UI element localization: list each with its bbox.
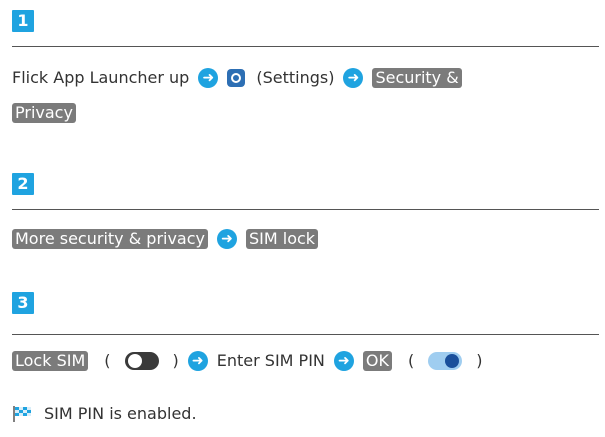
step-2-line: More security & privacy ➜ SIM lock <box>12 229 319 249</box>
step-1-badge: 1 <box>12 10 34 32</box>
sim-lock-key[interactable]: SIM lock <box>246 229 319 249</box>
checkered-flag-icon <box>12 405 32 423</box>
security-privacy-key-continued[interactable]: Privacy <box>12 103 76 123</box>
paren-open: ( <box>104 351 111 370</box>
settings-label: (Settings) <box>256 68 335 87</box>
enter-sim-pin-text: Enter SIM PIN <box>216 351 325 370</box>
step-1-line-2: Privacy <box>12 103 76 123</box>
step-1-line-1: Flick App Launcher up ➜ (Settings) ➜ Sec… <box>12 67 462 89</box>
step-3-line: Lock SIM ( ) ➜ Enter SIM PIN ➜ OK ( ) <box>12 350 482 372</box>
paren-close-2: ) <box>476 351 483 370</box>
step-3-badge: 3 <box>12 292 34 314</box>
step-3-divider <box>12 334 599 335</box>
result-text: SIM PIN is enabled. <box>44 404 197 423</box>
arrow-right-circle-icon: ➜ <box>343 68 364 88</box>
toggle-off-icon <box>124 352 159 370</box>
lock-sim-key[interactable]: Lock SIM <box>12 351 89 371</box>
step-2-divider <box>12 209 599 210</box>
more-security-privacy-key[interactable]: More security & privacy <box>12 229 208 249</box>
result-line: SIM PIN is enabled. <box>12 403 197 425</box>
arrow-right-circle-icon: ➜ <box>187 351 208 371</box>
arrow-right-circle-icon: ➜ <box>217 229 237 249</box>
ok-key[interactable]: OK <box>362 351 392 371</box>
security-privacy-key[interactable]: Security & <box>372 68 462 88</box>
step-1-divider <box>12 46 599 47</box>
arrow-right-circle-icon: ➜ <box>333 351 354 371</box>
paren-close: ) <box>172 351 179 370</box>
step-2-badge: 2 <box>12 173 34 195</box>
paren-open-2: ( <box>407 351 415 370</box>
arrow-right-circle-icon: ➜ <box>198 68 219 88</box>
toggle-on-icon <box>428 352 463 370</box>
gear-icon <box>227 69 246 87</box>
step-1-text: Flick App Launcher up <box>12 68 190 87</box>
